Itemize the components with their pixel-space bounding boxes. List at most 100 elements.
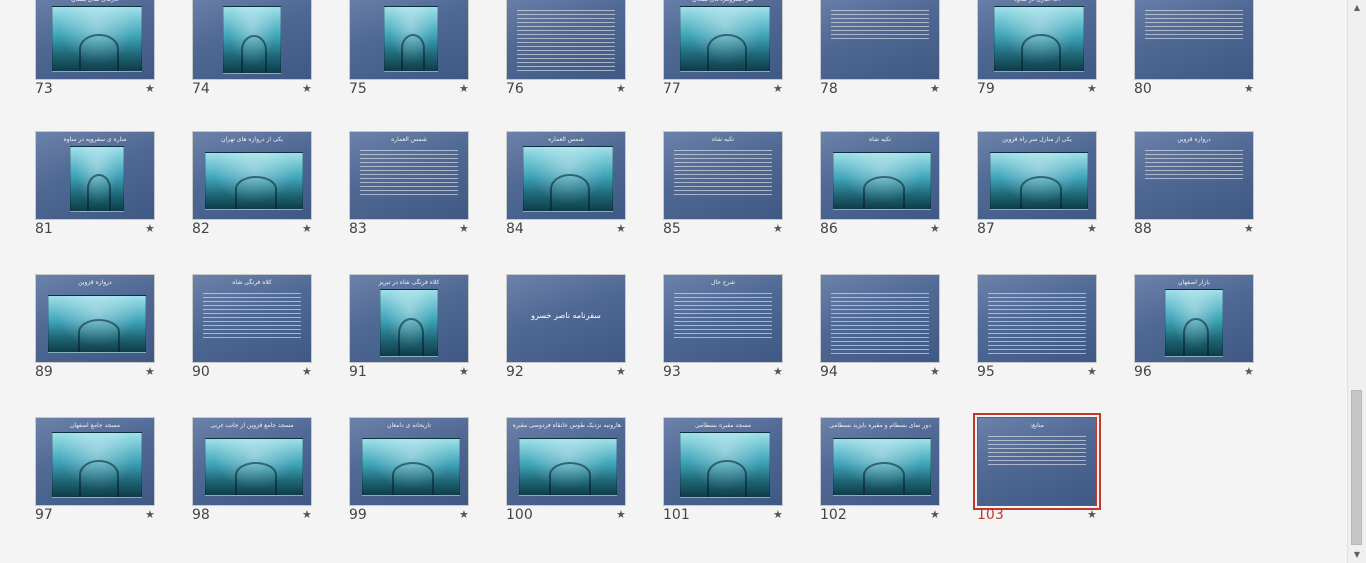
star-icon[interactable]: ★ xyxy=(145,364,155,380)
slide-thumbnail-92[interactable]: سفرنامه ناصر خسرو 92 ★ xyxy=(506,274,664,402)
slide-thumbnail-97[interactable]: مسجد جامع اصفهان 97 ★ xyxy=(35,417,193,545)
star-icon[interactable]: ★ xyxy=(145,221,155,237)
slide-preview[interactable] xyxy=(192,0,312,80)
slide-preview[interactable]: بازار اصفهان xyxy=(1134,274,1254,363)
slide-preview[interactable]: هارونیه نزدیک طوس خانقاه فردوسی مقبره غز… xyxy=(506,417,626,506)
slide-title: تکیه شاه xyxy=(712,136,734,143)
star-icon[interactable]: ★ xyxy=(773,364,783,380)
star-icon[interactable]: ★ xyxy=(145,81,155,97)
scroll-down-arrow-icon[interactable]: ▼ xyxy=(1349,547,1365,563)
star-icon[interactable]: ★ xyxy=(1087,81,1097,97)
slide-preview[interactable]: یکی از منازل سر راه قزوین xyxy=(977,131,1097,220)
slide-preview[interactable] xyxy=(820,274,940,363)
star-icon[interactable]: ★ xyxy=(302,81,312,97)
star-icon[interactable]: ★ xyxy=(1087,507,1097,523)
slide-preview[interactable]: شمس العماره xyxy=(349,131,469,220)
slide-preview[interactable] xyxy=(977,274,1097,363)
slide-preview[interactable]: شمس العماره xyxy=(506,131,626,220)
slide-preview[interactable]: تکیه شاه xyxy=(663,131,783,220)
slide-preview[interactable] xyxy=(820,0,940,80)
slide-preview[interactable]: دروازه قزوین xyxy=(35,274,155,363)
star-icon[interactable]: ★ xyxy=(616,221,626,237)
slide-thumbnail-81[interactable]: مناره ی سفروپه در ساوه 81 ★ xyxy=(35,131,193,259)
star-icon[interactable]: ★ xyxy=(930,221,940,237)
slide-preview[interactable]: مناره ی سفروپه در ساوه xyxy=(35,131,155,220)
slide-preview[interactable]: سفرنامه ناصر خسرو xyxy=(506,274,626,363)
slide-thumbnail-103[interactable]: منابع: 103 ★ xyxy=(973,413,1135,545)
slide-thumbnail-93[interactable]: شرح حال 93 ★ xyxy=(663,274,821,402)
slide-thumbnail-99[interactable]: تاریخانه ی دامغان 99 ★ xyxy=(349,417,507,545)
star-icon[interactable]: ★ xyxy=(1244,364,1254,380)
slide-preview[interactable] xyxy=(506,0,626,80)
slide-thumbnail-85[interactable]: تکیه شاه 85 ★ xyxy=(663,131,821,259)
slide-thumbnail-75[interactable]: 75 ★ xyxy=(349,0,507,119)
star-icon[interactable]: ★ xyxy=(616,507,626,523)
slide-preview[interactable]: کلاه فرنگی شاه در تبریز xyxy=(349,274,469,363)
star-icon[interactable]: ★ xyxy=(1244,81,1254,97)
slide-thumbnail-78[interactable]: 78 ★ xyxy=(820,0,978,119)
slide-thumbnail-88[interactable]: دروازه قزوین 88 ★ xyxy=(1134,131,1292,259)
scroll-up-arrow-icon[interactable]: ▲ xyxy=(1349,0,1365,16)
slide-preview[interactable]: غارهای طاق بستان xyxy=(35,0,155,80)
star-icon[interactable]: ★ xyxy=(930,364,940,380)
slide-thumbnail-101[interactable]: مسجد مقبره بسطامی 101 ★ xyxy=(663,417,821,545)
star-icon[interactable]: ★ xyxy=(930,507,940,523)
slide-thumbnail-95[interactable]: 95 ★ xyxy=(977,274,1135,402)
star-icon[interactable]: ★ xyxy=(459,221,469,237)
slide-preview[interactable]: تاریخانه ی دامغان xyxy=(349,417,469,506)
slide-thumbnail-80[interactable]: 80 ★ xyxy=(1134,0,1292,119)
star-icon[interactable]: ★ xyxy=(302,507,312,523)
slide-preview[interactable]: مسجد جامع قزوین از جانب غربی xyxy=(192,417,312,506)
star-icon[interactable]: ★ xyxy=(930,81,940,97)
slide-thumbnail-76[interactable]: 76 ★ xyxy=(506,0,664,119)
star-icon[interactable]: ★ xyxy=(1087,221,1097,237)
slide-thumbnail-91[interactable]: کلاه فرنگی شاه در تبریز 91 ★ xyxy=(349,274,507,402)
slide-preview[interactable]: مسجد مقبره بسطامی xyxy=(663,417,783,506)
slide-preview[interactable]: مسجد جامع اصفهان xyxy=(35,417,155,506)
slide-thumbnail-79[interactable]: آب انباری در ساوه 79 ★ xyxy=(977,0,1135,119)
slide-thumbnail-102[interactable]: دور نمای بسطام و مقبره بایزید بسطامی 102 ★ xyxy=(820,417,978,545)
slide-thumbnail-86[interactable]: تکیه شاه 86 ★ xyxy=(820,131,978,259)
star-icon[interactable]: ★ xyxy=(459,81,469,97)
slide-thumbnail-84[interactable]: شمس العماره 84 ★ xyxy=(506,131,664,259)
scroll-thumb[interactable] xyxy=(1351,390,1362,545)
slide-preview[interactable]: تکیه شاه xyxy=(820,131,940,220)
star-icon[interactable]: ★ xyxy=(302,221,312,237)
slide-preview[interactable] xyxy=(349,0,469,80)
slide-thumbnail-96[interactable]: بازار اصفهان 96 ★ xyxy=(1134,274,1292,402)
slide-preview[interactable]: قبر استرومردخای همدان xyxy=(663,0,783,80)
vertical-scrollbar[interactable]: ▲ ▼ xyxy=(1347,0,1366,563)
slide-thumbnail-98[interactable]: مسجد جامع قزوین از جانب غربی 98 ★ xyxy=(192,417,350,545)
star-icon[interactable]: ★ xyxy=(145,507,155,523)
slide-thumbnail-82[interactable]: یکی از دروازه های تهران 82 ★ xyxy=(192,131,350,259)
slide-photo xyxy=(1165,289,1223,357)
star-icon[interactable]: ★ xyxy=(773,81,783,97)
slide-preview[interactable]: یکی از دروازه های تهران xyxy=(192,131,312,220)
slide-sorter[interactable]: غارهای طاق بستان 73 ★ 74 ★ 75 ★ 76 ★ قبر استرومرد… xyxy=(0,0,1348,563)
star-icon[interactable]: ★ xyxy=(1244,221,1254,237)
slide-thumbnail-83[interactable]: شمس العماره 83 ★ xyxy=(349,131,507,259)
slide-thumbnail-77[interactable]: قبر استرومردخای همدان 77 ★ xyxy=(663,0,821,119)
star-icon[interactable]: ★ xyxy=(459,364,469,380)
slide-preview[interactable]: آب انباری در ساوه xyxy=(977,0,1097,80)
star-icon[interactable]: ★ xyxy=(459,507,469,523)
star-icon[interactable]: ★ xyxy=(1087,364,1097,380)
slide-preview[interactable]: منابع: xyxy=(973,413,1101,510)
star-icon[interactable]: ★ xyxy=(616,81,626,97)
slide-preview[interactable]: دور نمای بسطام و مقبره بایزید بسطامی xyxy=(820,417,940,506)
slide-thumbnail-89[interactable]: دروازه قزوین 89 ★ xyxy=(35,274,193,402)
slide-thumbnail-100[interactable]: هارونیه نزدیک طوس خانقاه فردوسی مقبره غز… xyxy=(506,417,664,545)
star-icon[interactable]: ★ xyxy=(773,507,783,523)
star-icon[interactable]: ★ xyxy=(302,364,312,380)
star-icon[interactable]: ★ xyxy=(616,364,626,380)
slide-thumbnail-73[interactable]: غارهای طاق بستان 73 ★ xyxy=(35,0,193,119)
slide-preview[interactable] xyxy=(1134,0,1254,80)
slide-preview[interactable]: کلاه فرنگی شاه xyxy=(192,274,312,363)
star-icon[interactable]: ★ xyxy=(773,221,783,237)
slide-thumbnail-90[interactable]: کلاه فرنگی شاه 90 ★ xyxy=(192,274,350,402)
slide-thumbnail-74[interactable]: 74 ★ xyxy=(192,0,350,119)
slide-preview[interactable]: دروازه قزوین xyxy=(1134,131,1254,220)
slide-preview[interactable]: شرح حال xyxy=(663,274,783,363)
slide-thumbnail-87[interactable]: یکی از منازل سر راه قزوین 87 ★ xyxy=(977,131,1135,259)
slide-thumbnail-94[interactable]: 94 ★ xyxy=(820,274,978,402)
